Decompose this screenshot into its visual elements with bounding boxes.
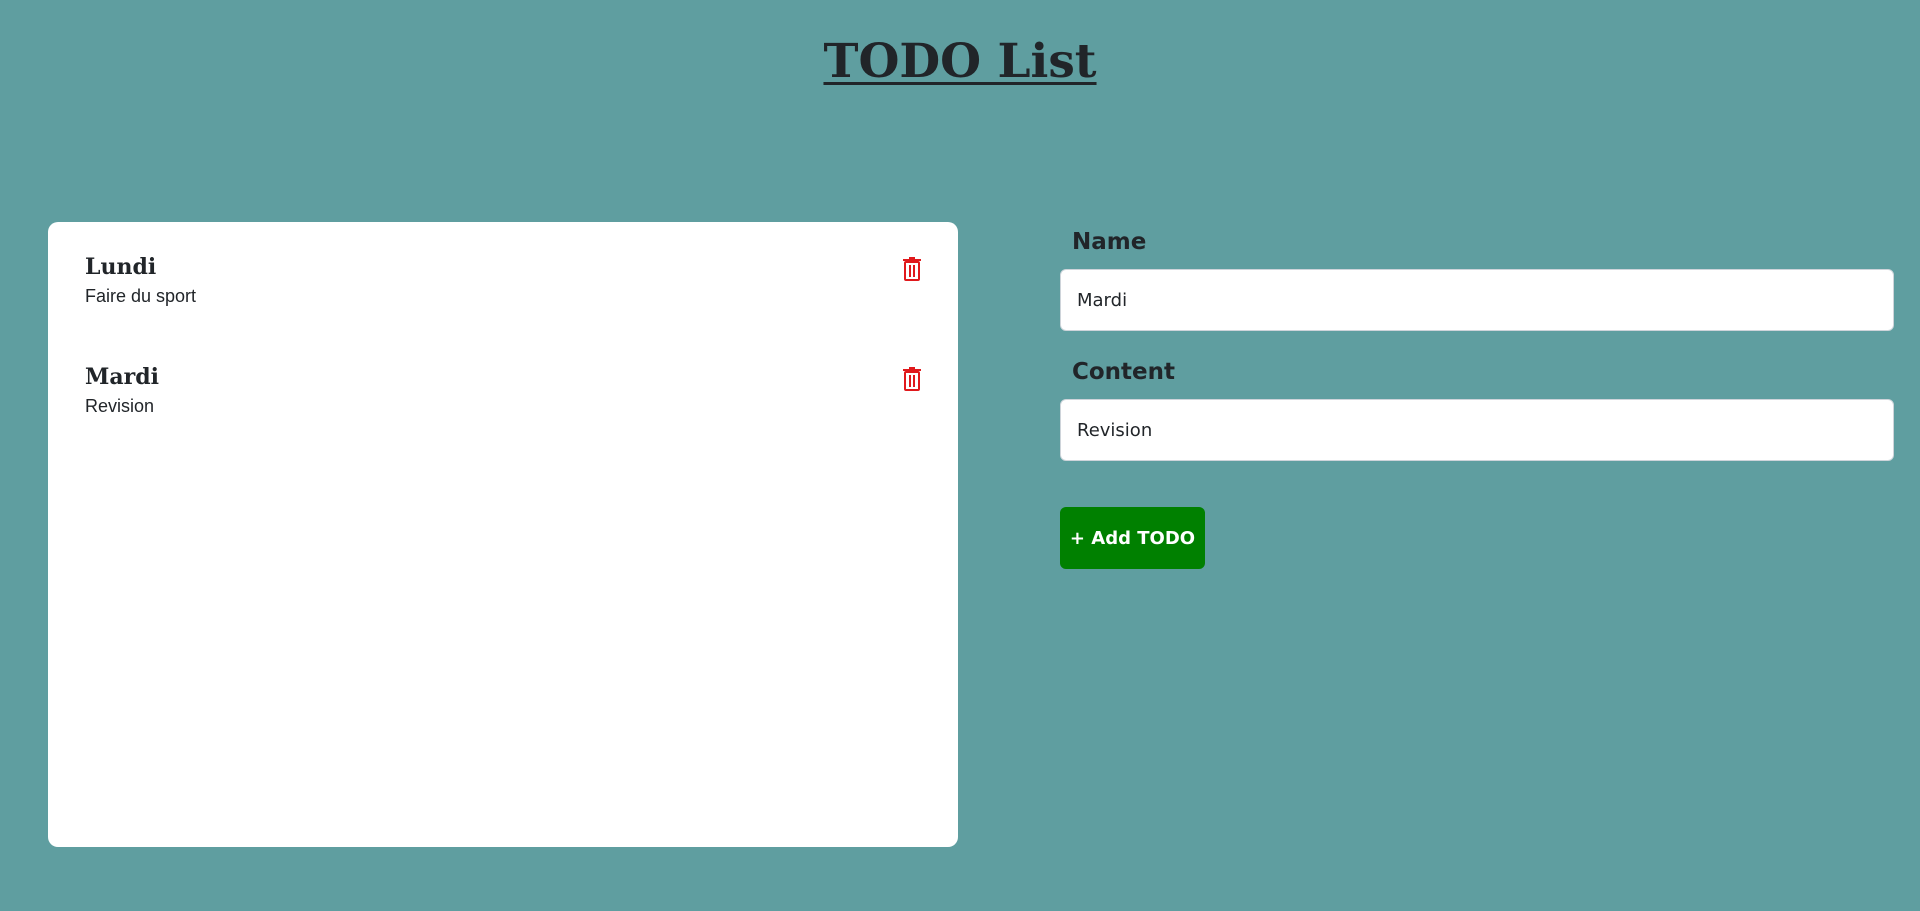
todo-item-content: Revision	[85, 396, 155, 416]
delete-todo-button[interactable]	[898, 254, 926, 284]
name-label: Name	[1072, 229, 1147, 255]
trash-icon	[903, 257, 921, 281]
todo-item-name: Mardi	[85, 364, 159, 390]
todo-list-panel: Lundi Faire du sport Mardi Revision	[48, 222, 958, 847]
delete-todo-button[interactable]	[898, 364, 926, 394]
trash-icon	[903, 367, 921, 391]
content-input[interactable]	[1060, 399, 1894, 461]
content-label: Content	[1072, 359, 1176, 385]
name-input[interactable]	[1060, 269, 1894, 331]
todo-item: Mardi Revision	[85, 362, 935, 419]
todo-item: Lundi Faire du sport	[85, 252, 935, 309]
todo-item-content: Faire du sport	[85, 286, 197, 306]
add-todo-button[interactable]: + Add TODO	[1060, 507, 1205, 569]
todo-item-name: Lundi	[85, 254, 157, 280]
page-title: TODO List	[823, 34, 1097, 89]
